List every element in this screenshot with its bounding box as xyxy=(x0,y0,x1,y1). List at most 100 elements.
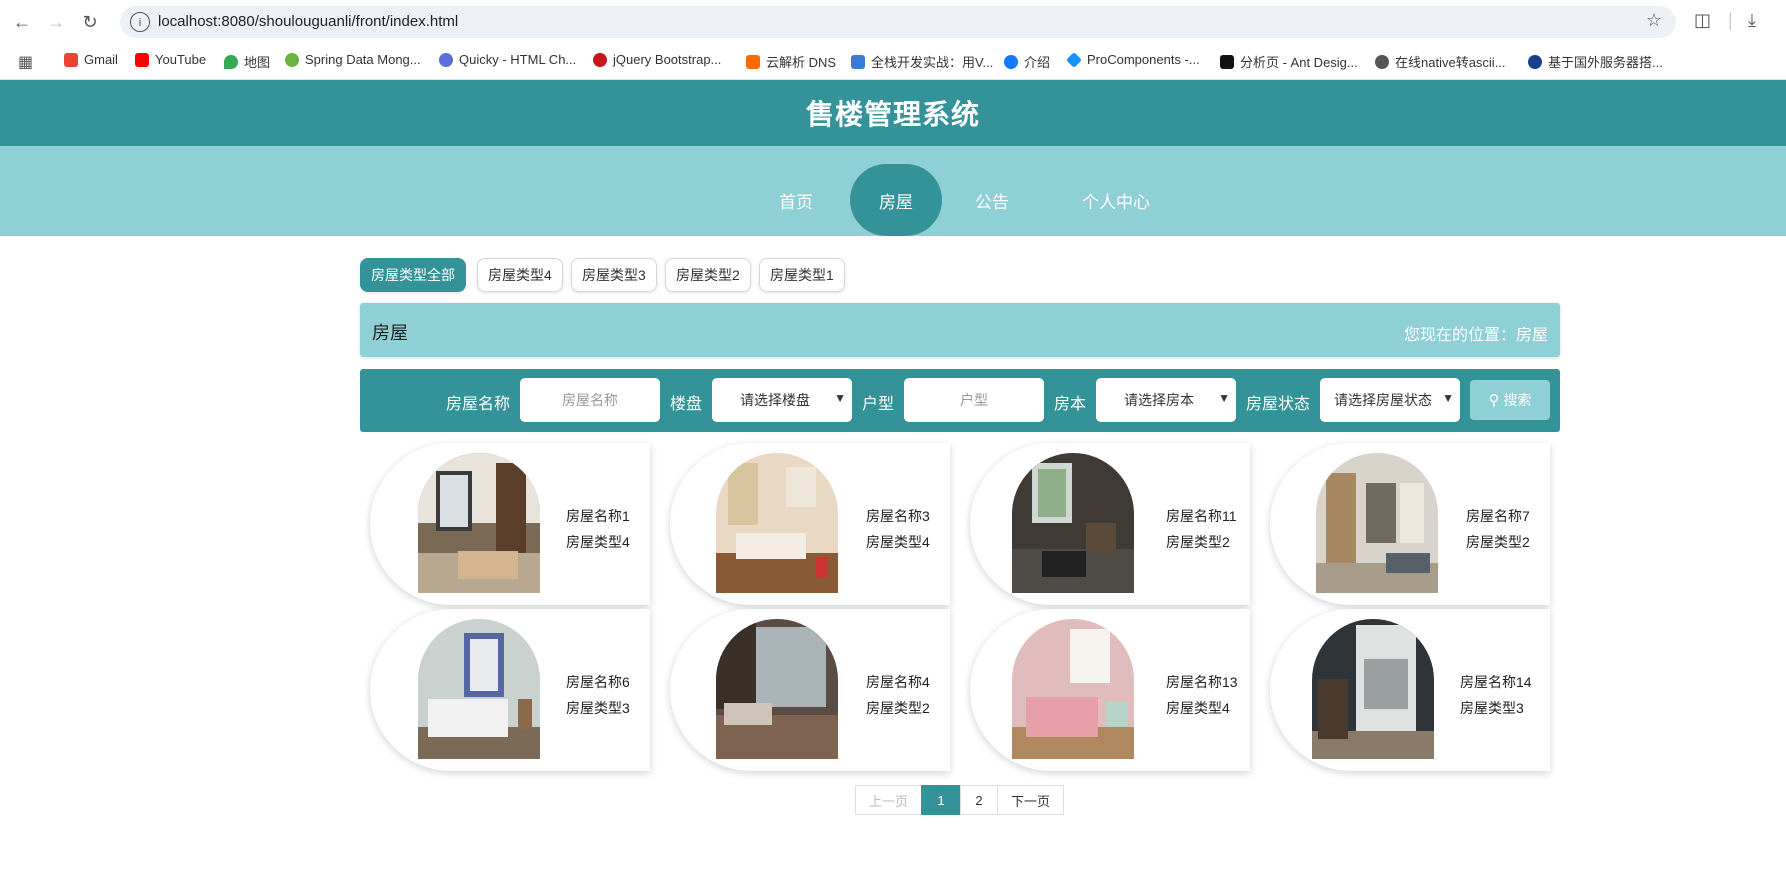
youtube-icon xyxy=(135,52,149,67)
house-name: 房屋名称14 xyxy=(1460,674,1532,690)
house-type: 房屋类型4 xyxy=(866,534,930,550)
house-photo xyxy=(418,619,540,759)
address-url[interactable]: localhost:8080/shoulouguanli/front/index… xyxy=(158,13,458,30)
deed-select[interactable]: 请选择房本 ▼ xyxy=(1096,378,1236,422)
nav-notices[interactable]: 公告 xyxy=(962,164,1022,236)
house-type: 房屋类型3 xyxy=(1460,700,1524,716)
search-button[interactable]: ⚲ 搜索 xyxy=(1470,380,1550,420)
browser-toolbar: ← → ↻ i localhost:8080/shoulouguanli/fro… xyxy=(0,0,1786,43)
spring-icon xyxy=(285,52,299,67)
house-type: 房屋类型3 xyxy=(566,700,630,716)
category-chip-all[interactable]: 房屋类型全部 xyxy=(360,258,466,292)
intro-icon xyxy=(1004,54,1018,69)
next-page-button[interactable]: 下一页 xyxy=(997,785,1064,815)
bookmark-star-icon[interactable]: ☆ xyxy=(1646,10,1662,31)
house-name-input[interactable]: 房屋名称 xyxy=(520,378,660,422)
house-name: 房屋名称1 xyxy=(566,508,630,524)
house-name: 房屋名称7 xyxy=(1466,508,1530,524)
globe-icon xyxy=(1375,54,1389,69)
building-label: 楼盘 xyxy=(670,396,703,413)
house-card[interactable]: 房屋名称13 房屋类型4 xyxy=(970,609,1250,771)
nav-home[interactable]: 首页 xyxy=(766,164,826,236)
chevron-down-icon: ▼ xyxy=(1218,391,1230,405)
house-photo xyxy=(716,619,838,759)
bookmark-ant-design[interactable]: 分析页 - Ant Desig... xyxy=(1220,52,1358,71)
status-label: 房屋状态 xyxy=(1246,396,1311,413)
address-bar[interactable]: i localhost:8080/shoulouguanli/front/ind… xyxy=(120,6,1676,38)
bookmark-fullstack[interactable]: 全栈开发实战：用V... xyxy=(851,52,993,71)
house-card[interactable]: 房屋名称6 房屋类型3 xyxy=(370,609,650,771)
bookmark-native-ascii[interactable]: 在线native转ascii... xyxy=(1375,52,1506,71)
forward-icon[interactable]: → xyxy=(44,10,68,34)
site-info-icon[interactable]: i xyxy=(130,12,150,32)
house-type: 房屋类型4 xyxy=(566,534,630,550)
chevron-down-icon: ▼ xyxy=(1442,391,1454,405)
layout-input[interactable]: 户型 xyxy=(904,378,1044,422)
bookmark-quicky[interactable]: Quicky - HTML Ch... xyxy=(439,52,576,67)
reload-icon[interactable]: ↻ xyxy=(78,10,102,34)
category-chip-type2[interactable]: 房屋类型2 xyxy=(665,258,751,292)
ant-design-icon xyxy=(1220,54,1234,69)
house-card[interactable]: 房屋名称7 房屋类型2 xyxy=(1270,443,1550,605)
house-name-label: 房屋名称 xyxy=(446,396,511,413)
house-name: 房屋名称11 xyxy=(1166,508,1237,524)
bookmark-gmail[interactable]: Gmail xyxy=(64,52,118,67)
search-icon: ⚲ xyxy=(1488,392,1500,409)
cloud-dns-icon xyxy=(746,54,760,69)
nav-houses[interactable]: 房屋 xyxy=(850,164,942,236)
app-title: 售楼管理系统 xyxy=(805,99,980,130)
house-photo xyxy=(716,453,838,593)
house-photo xyxy=(1316,453,1438,593)
bookmark-intro[interactable]: 介绍 xyxy=(1004,52,1050,71)
house-card[interactable]: 房屋名称4 房屋类型2 xyxy=(670,609,950,771)
house-photo xyxy=(1012,619,1134,759)
deed-label: 房本 xyxy=(1054,396,1087,413)
jquery-icon xyxy=(593,52,607,67)
house-type: 房屋类型4 xyxy=(1166,700,1230,716)
category-chip-type3[interactable]: 房屋类型3 xyxy=(571,258,657,292)
bookmark-procomponents[interactable]: ProComponents -... xyxy=(1066,51,1200,68)
download-icon[interactable]: ⤓ xyxy=(1748,10,1756,31)
bookmark-spring-data[interactable]: Spring Data Mong... xyxy=(285,52,421,67)
house-card[interactable]: 房屋名称11 房屋类型2 xyxy=(970,443,1250,605)
nav-personal-center[interactable]: 个人中心 xyxy=(1066,164,1166,236)
breadcrumb: 您现在的位置：房屋 xyxy=(1403,327,1548,344)
page-2-button[interactable]: 2 xyxy=(960,785,998,815)
extensions-icon[interactable]: ◫ xyxy=(1694,10,1711,31)
maps-icon xyxy=(224,54,238,69)
house-type: 房屋类型2 xyxy=(1166,534,1230,550)
bookmark-cloud-dns[interactable]: 云解析 DNS xyxy=(746,52,836,71)
house-photo xyxy=(418,453,540,593)
category-chip-type1[interactable]: 房屋类型1 xyxy=(759,258,845,292)
house-card[interactable]: 房屋名称3 房屋类型4 xyxy=(670,443,950,605)
house-name: 房屋名称4 xyxy=(866,674,930,690)
prev-page-button[interactable]: 上一页 xyxy=(855,785,922,815)
section-title: 房屋 xyxy=(372,323,408,343)
procomponents-icon xyxy=(1066,51,1082,68)
house-type: 房屋类型2 xyxy=(866,700,930,716)
house-name: 房屋名称3 xyxy=(866,508,930,524)
status-select[interactable]: 请选择房屋状态 ▼ xyxy=(1320,378,1460,422)
house-name: 房屋名称13 xyxy=(1166,674,1238,690)
search-bar: 房屋名称 房屋名称 楼盘 请选择楼盘 ▼ 户型 户型 房本 请选择房本 ▼ 房屋状态… xyxy=(360,369,1560,432)
main-nav: 首页 房屋 公告 个人中心 xyxy=(0,146,1786,236)
bookmark-maps[interactable]: 地图 xyxy=(224,52,270,71)
bookmark-jquery-bootstrap[interactable]: jQuery Bootstrap... xyxy=(593,52,721,67)
quicky-icon xyxy=(439,52,453,67)
back-icon[interactable]: ← xyxy=(10,10,34,34)
app-header: 售楼管理系统 xyxy=(0,80,1786,146)
house-card[interactable]: 房屋名称14 房屋类型3 xyxy=(1270,609,1550,771)
house-card[interactable]: 房屋名称1 房屋类型4 xyxy=(370,443,650,605)
building-select[interactable]: 请选择楼盘 ▼ xyxy=(712,378,852,422)
divider-icon: | xyxy=(1728,10,1733,30)
bookmark-youtube[interactable]: YouTube xyxy=(135,52,206,67)
apps-grid-icon[interactable]: ▦ xyxy=(18,52,33,72)
fullstack-icon xyxy=(851,54,865,69)
section-banner: 房屋 您现在的位置：房屋 xyxy=(360,303,1560,357)
server-icon xyxy=(1528,54,1542,69)
category-chip-type4[interactable]: 房屋类型4 xyxy=(477,258,563,292)
page-1-button[interactable]: 1 xyxy=(921,785,961,815)
layout-label: 户型 xyxy=(862,396,895,413)
house-type: 房屋类型2 xyxy=(1466,534,1530,550)
bookmark-foreign-server[interactable]: 基于国外服务器搭... xyxy=(1528,52,1663,71)
